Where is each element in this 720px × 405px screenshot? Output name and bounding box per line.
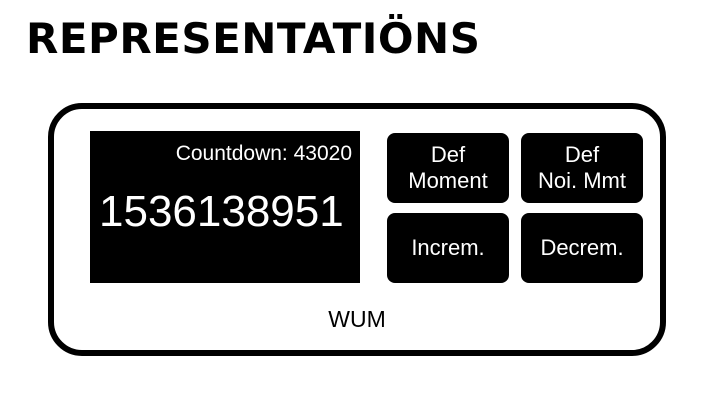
def-noi-mmt-button-line1: Def <box>564 142 600 167</box>
def-moment-button-line2: Moment <box>408 168 488 193</box>
increment-button-label: Increm. <box>411 235 485 260</box>
page-title: REPRESENTATIÖNS <box>26 14 481 63</box>
def-moment-button[interactable]: Def Moment <box>387 133 509 203</box>
increment-button[interactable]: Increm. <box>387 213 509 283</box>
def-noi-mmt-button-line2: Noi. Mmt <box>538 168 626 193</box>
counter-display: Countdown: 43020 1536138951 <box>90 131 360 283</box>
device-label: WUM <box>328 306 386 332</box>
counter-value: 1536138951 <box>99 187 344 236</box>
device-panel: Countdown: 43020 1536138951 Def Moment D… <box>48 103 666 356</box>
def-noi-mmt-button[interactable]: Def Noi. Mmt <box>521 133 643 203</box>
countdown-label: Countdown: 43020 <box>175 142 352 165</box>
decrement-button[interactable]: Decrem. <box>521 213 643 283</box>
def-moment-button-line1: Def <box>430 142 466 167</box>
decrement-button-label: Decrem. <box>540 235 624 260</box>
